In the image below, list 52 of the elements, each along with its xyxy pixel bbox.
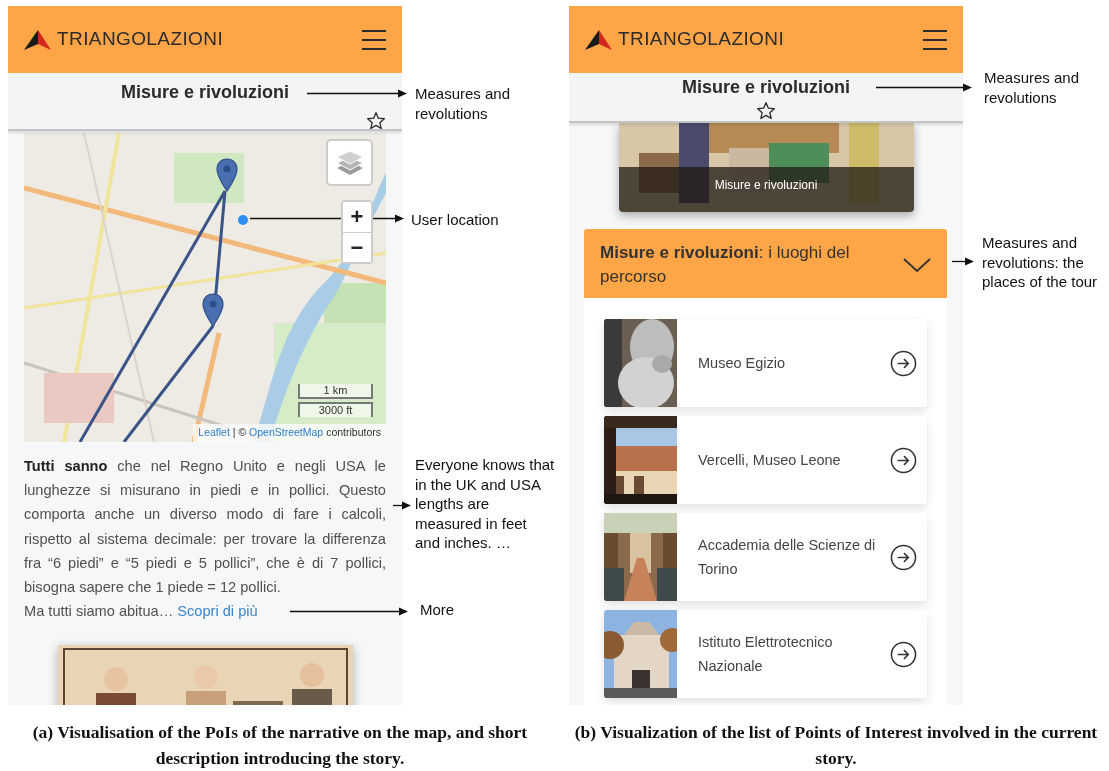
- annotation-text: More: [420, 600, 455, 620]
- layers-button[interactable]: [326, 139, 373, 186]
- place-name: Istituto Elettrotecnico Nazionale: [698, 633, 834, 676]
- annotation-text: Everyone knows that in the UK and USA lengths are measured in feet and inches. …: [415, 455, 555, 553]
- attribution-text: contributors: [326, 426, 381, 439]
- description-text: Ma tutti siamo abitua… Scopri di più: [24, 602, 258, 622]
- menu-icon[interactable]: [923, 29, 947, 50]
- place-card[interactable]: Istituto Elettrotecnico Nazionale: [604, 610, 927, 698]
- page-title: Misure e rivoluzioni: [121, 81, 289, 104]
- place-name: Museo Egizio: [698, 354, 787, 373]
- layers-icon: [335, 149, 364, 176]
- story-card[interactable]: Misure e rivoluzioni: [618, 123, 914, 212]
- place-name: Vercelli, Museo Leone: [698, 451, 842, 470]
- map-pin-icon[interactable]: [216, 158, 238, 192]
- annotation-text: User location: [411, 210, 499, 230]
- scale-label: 1 km: [298, 384, 373, 399]
- arrow-circle-icon[interactable]: [890, 349, 917, 377]
- arrow-circle-icon[interactable]: [890, 543, 917, 571]
- map[interactable]: + − 1 km 3000 ft Leaflet | © OpenStreetMap contributors: [24, 133, 386, 442]
- page-title: Misure e rivoluzioni: [682, 76, 850, 99]
- annotation-text: Measures and revolutions: [415, 84, 512, 123]
- attribution-text: |: [232, 426, 236, 439]
- figure-caption: (b) Visualization of the list of Points of Interest involved in the current story.: [573, 721, 1099, 770]
- scale-label: 3000 ft: [298, 402, 373, 417]
- place-card[interactable]: Accademia delle Scienze di Torino: [604, 513, 927, 601]
- place-card[interactable]: Museo Egizio: [604, 319, 927, 407]
- place-name: Accademia delle Scienze di Torino: [698, 536, 877, 579]
- map-pin-icon[interactable]: [202, 293, 224, 327]
- arrow-circle-icon[interactable]: [890, 640, 917, 668]
- more-link[interactable]: Scopri di più: [177, 603, 258, 620]
- location-dot-icon: [238, 215, 248, 225]
- star-icon[interactable]: [756, 101, 776, 121]
- description-text: Tutti sanno che nel Regno Unito e negli USA le lunghezze si misurano in piedi e in pollici. Questo comporta anche un diverso modo di fare i calcoli, rispetto al sistema decimale: per trovare la differenza fra “6 piedi” e “5 piedi e 5 pollici”, che è di 7 pollici, bisogna sapere che 1 piede = 12 pollici.: [24, 457, 386, 597]
- arrow: [952, 257, 974, 266]
- attribution-link[interactable]: Leaflet: [198, 426, 230, 439]
- arrow: [393, 501, 411, 510]
- accordion-header[interactable]: Misure e rivoluzioni: i luoghi del percorso: [584, 229, 947, 298]
- place-card[interactable]: Vercelli, Museo Leone: [604, 416, 927, 504]
- zoom-out-button[interactable]: −: [343, 232, 371, 262]
- figure-caption: (a) Visualisation of the PoIs of the narrative on the map, and short description introducing the story.: [31, 721, 529, 770]
- logo-icon: [585, 29, 612, 50]
- attribution-link[interactable]: OpenStreetMap: [249, 426, 324, 439]
- brand-name: TRIANGOLAZIONI: [618, 27, 785, 52]
- annotation-text: Measures and revolutions: [984, 68, 1081, 107]
- logo-icon: [24, 29, 51, 50]
- story-caption: Misure e rivoluzioni: [713, 177, 819, 194]
- brand-name: TRIANGOLAZIONI: [57, 27, 224, 52]
- menu-icon[interactable]: [362, 29, 386, 50]
- annotation-text: Measures and revolutions: the places of the tour: [982, 233, 1099, 292]
- star-icon[interactable]: [366, 110, 386, 131]
- attribution-text: ©: [238, 426, 247, 439]
- arrow-circle-icon[interactable]: [890, 446, 917, 474]
